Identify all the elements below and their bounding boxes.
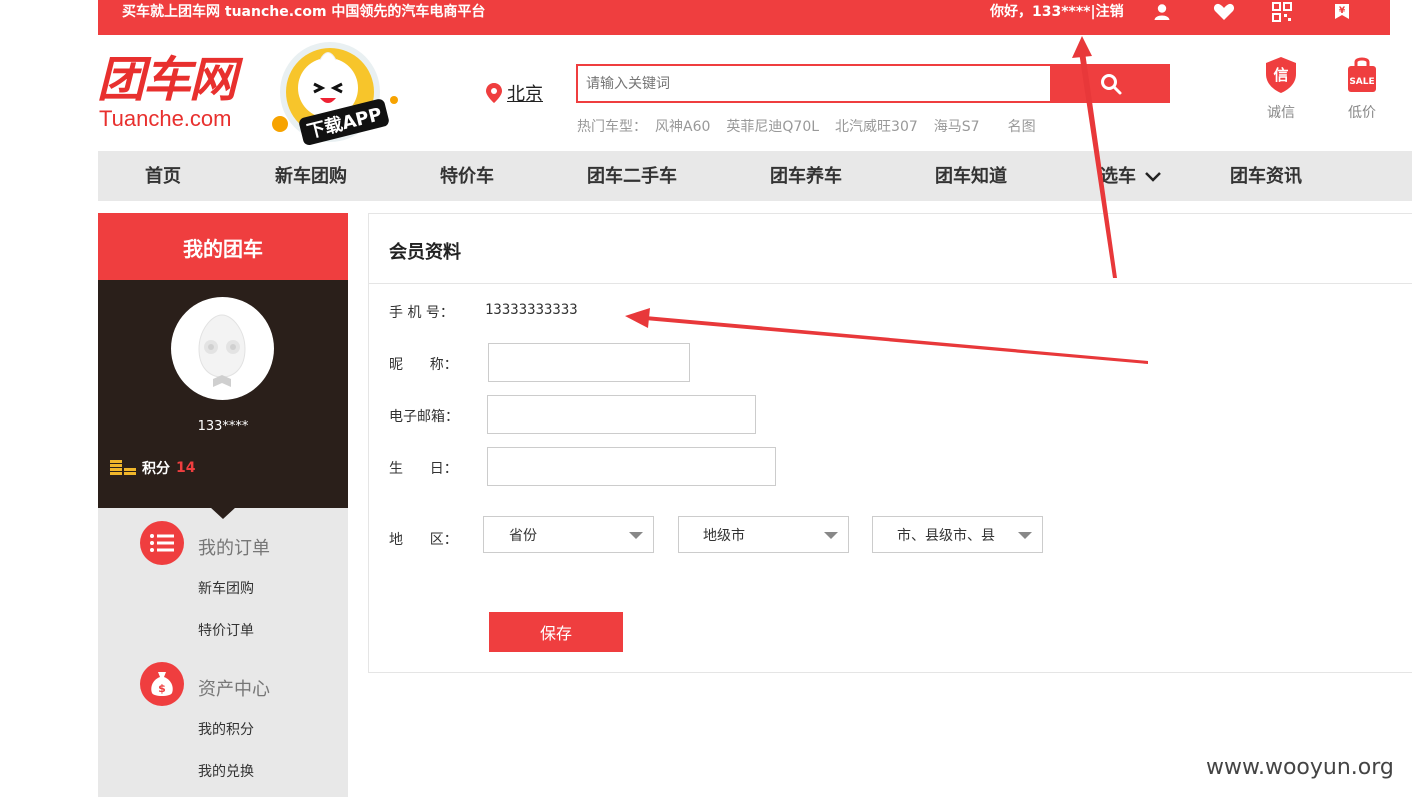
top-bar: 买车就上团车网 tuanche.com 中国领先的汽车电商平台 你好，133**… [0, 0, 1412, 35]
chevron-down-icon [1018, 532, 1032, 539]
nav-choose-car[interactable]: 选车 [1100, 151, 1162, 201]
search-button[interactable] [1052, 64, 1170, 103]
sidebar-item-new-car-group[interactable]: 新车团购 [198, 578, 254, 598]
city-select[interactable]: 地级市 [678, 516, 849, 553]
sidebar-group-assets[interactable]: 资产中心 [198, 675, 270, 701]
greeting-text[interactable]: 你好，133**** [990, 4, 1091, 20]
title-divider [369, 283, 1412, 284]
wallet-icon[interactable]: ¥ [1330, 0, 1354, 24]
region-label: 地 区： [389, 532, 458, 548]
hot-model-link[interactable]: 英菲尼迪Q70L [726, 116, 819, 136]
city-select-value: 地级市 [703, 527, 745, 544]
svg-text:¥: ¥ [1339, 6, 1346, 16]
avatar-mascot-icon [198, 314, 246, 387]
logo-chinese: 团车网 [97, 52, 237, 108]
lowprice-badge[interactable]: SALE 低价 [1337, 56, 1387, 122]
chevron-down-icon [824, 532, 838, 539]
county-select-value: 市、县级市、县 [897, 527, 995, 544]
phone-value: 13333333333 [485, 302, 578, 318]
nav-special-cars[interactable]: 特价车 [440, 151, 494, 201]
coins-icon [110, 460, 136, 475]
sidebar-menu: 我的订单 新车团购 特价订单 $ 资产中心 我的积分 我的兑换 [98, 508, 348, 797]
location-pin-icon [486, 83, 502, 103]
lowprice-badge-label: 低价 [1348, 105, 1376, 121]
nav-choose-car-label: 选车 [1100, 166, 1136, 187]
page-title: 会员资料 [389, 242, 461, 263]
watermark: www.wooyun.org [1206, 755, 1394, 780]
download-app-badge[interactable]: 下载APP [270, 40, 405, 147]
hot-models-label: 热门车型： [577, 119, 647, 135]
nickname-label: 昵 称： [389, 357, 458, 373]
sidebar-pointer [210, 507, 236, 519]
phone-label: 手 机 号： [389, 305, 454, 321]
hot-model-link[interactable]: 海马S7 [934, 116, 980, 136]
email-label: 电子邮箱： [389, 409, 459, 425]
avatar[interactable] [171, 297, 274, 400]
username: 133**** [197, 419, 249, 434]
nav-used-cars[interactable]: 团车二手车 [587, 151, 677, 201]
birthday-label: 生 日： [389, 461, 458, 477]
trust-badge-label: 诚信 [1267, 105, 1295, 121]
site-slogan: 买车就上团车网 tuanche.com 中国领先的汽车电商平台 [122, 4, 486, 20]
hot-model-link[interactable]: 北汽威旺307 [835, 116, 918, 136]
shield-icon: 信 [1266, 57, 1296, 93]
city-name: 北京 [507, 84, 543, 105]
logout-link[interactable]: 注销 [1096, 4, 1124, 20]
nav-news[interactable]: 团车资讯 [1230, 151, 1302, 201]
money-bag-icon: $ [140, 662, 184, 706]
logo-english: Tuanche.com [99, 106, 232, 131]
profile-panel: 会员资料 手 机 号： 13333333333 昵 称： 电子邮箱： 生 日： … [368, 213, 1412, 673]
main-nav: 首页 新车团购 特价车 团车二手车 团车养车 团车知道 选车 团车资讯 [98, 151, 1412, 201]
svg-text:$: $ [158, 682, 166, 695]
nav-home[interactable]: 首页 [145, 151, 181, 201]
list-icon [140, 521, 184, 565]
heart-icon[interactable] [1212, 0, 1236, 24]
qrcode-icon[interactable] [1270, 0, 1294, 24]
user-icon[interactable] [1150, 0, 1174, 24]
city-selector[interactable]: 北京 [485, 80, 543, 106]
email-field[interactable] [487, 395, 756, 434]
chevron-down-icon [1145, 172, 1162, 182]
points-label: 积分 [142, 461, 170, 477]
sidebar-item-special-orders[interactable]: 特价订单 [198, 620, 254, 640]
trust-badge[interactable]: 信 诚信 [1256, 56, 1306, 122]
save-button[interactable]: 保存 [489, 612, 623, 652]
sidebar-item-my-exchange[interactable]: 我的兑换 [198, 761, 254, 781]
nav-new-car-group[interactable]: 新车团购 [275, 151, 347, 201]
nav-car-care[interactable]: 团车养车 [770, 151, 842, 201]
sidebar-item-my-points[interactable]: 我的积分 [198, 719, 254, 739]
search-input[interactable] [576, 64, 1052, 103]
sidebar-user-card: 133**** 积分 14 [98, 280, 348, 508]
birthday-field[interactable] [487, 447, 776, 486]
province-select-value: 省份 [509, 527, 537, 544]
hot-model-link[interactable]: 名图 [1008, 116, 1036, 136]
province-select[interactable]: 省份 [483, 516, 654, 553]
points-summary: 积分 14 [110, 458, 195, 478]
trust-badge-icon-text: 信 [1273, 66, 1288, 84]
search-icon [1101, 73, 1122, 94]
hot-model-link[interactable]: 风神A60 [655, 116, 710, 136]
shopping-bag-icon: SALE [1348, 57, 1376, 92]
sidebar-title: 我的团车 [98, 213, 348, 280]
user-greeting: 你好，133****|注销 [990, 0, 1124, 25]
chevron-down-icon [629, 532, 643, 539]
nav-knowledge[interactable]: 团车知道 [935, 151, 1007, 201]
nickname-field[interactable] [488, 343, 690, 382]
points-value: 14 [176, 460, 196, 476]
hot-models-row: 热门车型： 风神A60 英菲尼迪Q70L 北汽威旺307 海马S7 名图 [577, 116, 1036, 136]
county-select[interactable]: 市、县级市、县 [872, 516, 1043, 553]
site-logo[interactable]: 团车网 Tuanche.com [97, 52, 252, 132]
lowprice-badge-icon-text: SALE [1349, 77, 1374, 87]
sidebar-group-orders[interactable]: 我的订单 [198, 534, 270, 560]
